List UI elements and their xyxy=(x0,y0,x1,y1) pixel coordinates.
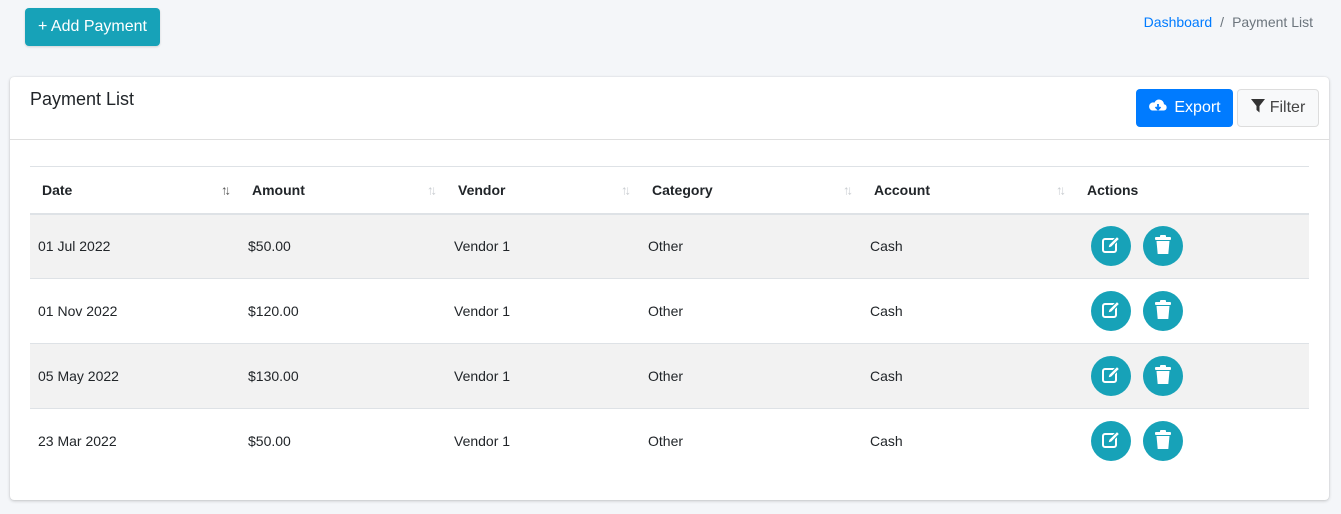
cell-account: Cash xyxy=(862,278,1075,344)
cell-account: Cash xyxy=(862,343,1075,409)
cell-actions xyxy=(1075,213,1309,279)
cell-amount: $50.00 xyxy=(240,213,446,279)
table-row: 05 May 2022 $130.00 Vendor 1 Other Cash xyxy=(30,343,1309,409)
cell-category: Other xyxy=(640,278,862,344)
delete-button[interactable] xyxy=(1143,226,1183,267)
cell-date: 05 May 2022 xyxy=(30,343,240,409)
edit-icon xyxy=(1101,365,1121,388)
cell-account: Cash xyxy=(862,213,1075,279)
edit-button[interactable] xyxy=(1091,421,1131,462)
filter-icon xyxy=(1250,98,1265,118)
breadcrumb-current: Payment List xyxy=(1232,14,1313,30)
sort-icon: ↑↓ xyxy=(1056,182,1066,198)
cell-amount: $130.00 xyxy=(240,343,446,409)
edit-icon xyxy=(1101,430,1121,453)
card-header: Payment List Export Filter xyxy=(10,77,1329,140)
column-header-vendor[interactable]: Vendor ↑↓ xyxy=(446,166,640,215)
trash-icon xyxy=(1154,234,1172,258)
sort-icon: ↑↓ xyxy=(221,182,231,198)
column-header-category[interactable]: Category ↑↓ xyxy=(640,166,862,215)
delete-button[interactable] xyxy=(1143,421,1183,462)
card-tools: Export Filter xyxy=(1136,89,1319,127)
cell-actions xyxy=(1075,408,1309,474)
sort-icon: ↑↓ xyxy=(621,182,631,198)
page-title: Payment List xyxy=(30,89,135,109)
cell-date: 01 Jul 2022 xyxy=(30,213,240,279)
export-label: Export xyxy=(1174,99,1221,116)
trash-icon xyxy=(1154,429,1172,453)
table-row: 23 Mar 2022 $50.00 Vendor 1 Other Cash xyxy=(30,408,1309,474)
filter-button[interactable]: Filter xyxy=(1237,89,1319,127)
breadcrumb-dashboard-link[interactable]: Dashboard xyxy=(1144,14,1213,30)
delete-button[interactable] xyxy=(1143,291,1183,331)
breadcrumb-separator: / xyxy=(1220,14,1225,30)
trash-icon xyxy=(1154,364,1172,388)
cell-amount: $50.00 xyxy=(240,408,446,474)
cell-amount: $120.00 xyxy=(240,278,446,344)
export-button[interactable]: Export xyxy=(1136,89,1233,127)
cell-vendor: Vendor 1 xyxy=(446,343,640,409)
payment-list-card: Payment List Export Filter Date ↑↓ Amoun… xyxy=(10,77,1329,500)
cell-vendor: Vendor 1 xyxy=(446,213,640,279)
column-header-account[interactable]: Account ↑↓ xyxy=(862,166,1075,215)
table-row: 01 Nov 2022 $120.00 Vendor 1 Other Cash xyxy=(30,278,1309,344)
delete-button[interactable] xyxy=(1143,356,1183,396)
edit-icon xyxy=(1101,300,1121,323)
edit-button[interactable] xyxy=(1091,356,1131,396)
cell-actions xyxy=(1075,343,1309,409)
table-row: 01 Jul 2022 $50.00 Vendor 1 Other Cash xyxy=(30,213,1309,279)
sort-icon: ↑↓ xyxy=(843,182,853,198)
edit-icon xyxy=(1101,235,1121,258)
add-payment-button[interactable]: + Add Payment xyxy=(25,8,160,46)
column-header-date[interactable]: Date ↑↓ xyxy=(30,166,240,215)
cell-vendor: Vendor 1 xyxy=(446,408,640,474)
cell-category: Other xyxy=(640,408,862,474)
trash-icon xyxy=(1154,299,1172,323)
cell-date: 23 Mar 2022 xyxy=(30,408,240,474)
edit-button[interactable] xyxy=(1091,226,1131,267)
breadcrumb: Dashboard / Payment List xyxy=(1144,14,1313,30)
cell-category: Other xyxy=(640,213,862,279)
column-header-amount[interactable]: Amount ↑↓ xyxy=(240,166,446,215)
cell-category: Other xyxy=(640,343,862,409)
column-header-actions: Actions xyxy=(1075,166,1309,215)
payments-table-wrapper: Date ↑↓ Amount ↑↓ Vendor ↑↓ Category ↑↓ Acco… xyxy=(30,166,1309,474)
sort-icon: ↑↓ xyxy=(427,182,437,198)
cell-account: Cash xyxy=(862,408,1075,474)
filter-label: Filter xyxy=(1269,99,1306,116)
payments-table: Date ↑↓ Amount ↑↓ Vendor ↑↓ Category ↑↓ Acco… xyxy=(30,166,1309,474)
cloud-download-icon xyxy=(1148,98,1168,119)
cell-vendor: Vendor 1 xyxy=(446,278,640,344)
cell-date: 01 Nov 2022 xyxy=(30,278,240,344)
edit-button[interactable] xyxy=(1091,291,1131,331)
cell-actions xyxy=(1075,278,1309,344)
